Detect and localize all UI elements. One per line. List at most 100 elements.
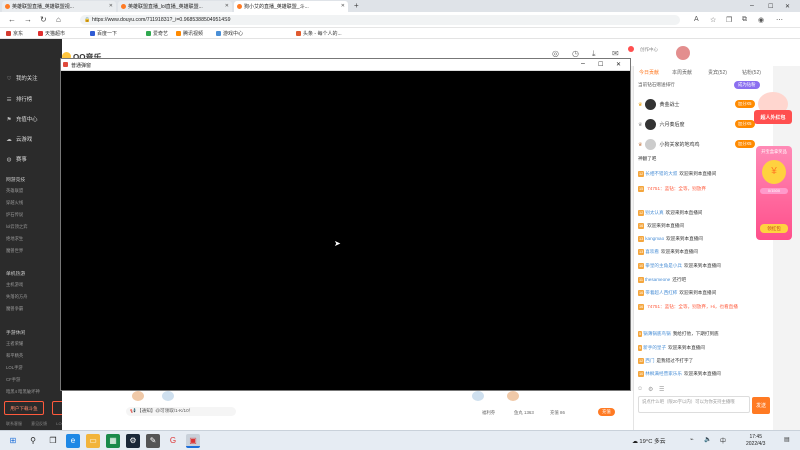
network-icon[interactable]: ⌁	[690, 436, 694, 443]
close-window-button[interactable]: ✕	[785, 3, 790, 10]
username[interactable]: 长相不错的大叔	[645, 171, 677, 176]
new-tab-button[interactable]: +	[354, 1, 359, 10]
url-field[interactable]: 🔒 https://www.douyu.com/71191831?_i=0.96…	[80, 15, 680, 25]
start-icon[interactable]: ⊞	[6, 434, 20, 448]
app-icon[interactable]: ✎	[146, 434, 160, 448]
recharge-button[interactable]: 充值	[598, 408, 615, 416]
chat-tab[interactable]: 今日贡献	[639, 69, 659, 76]
header-action-icon[interactable]: ◎	[552, 49, 559, 58]
rank-row[interactable]: ♛ 黄金战士 加分X5	[638, 99, 755, 110]
nav-sub-item[interactable]: lol云顶之弈	[6, 224, 28, 230]
forward-icon[interactable]: →	[24, 15, 32, 24]
red-envelope-promo[interactable]: 超人外红包	[752, 88, 792, 133]
username[interactable]: 别太认真	[645, 210, 663, 215]
favorite-star-icon[interactable]: ☆	[710, 16, 716, 24]
bookmark-item[interactable]: 百度一下	[90, 30, 117, 37]
nav-sub-item[interactable]: 炉石传说	[6, 212, 23, 218]
nav-sub-item[interactable]: 失落的方舟	[6, 294, 27, 300]
weather-widget[interactable]: ☁ 19°C 多云	[632, 436, 666, 445]
bookmark-item[interactable]: 游戏中心	[216, 30, 243, 37]
rank-row[interactable]: ♛ 小狗关家的地鸡鸡 加分X5	[638, 139, 755, 150]
username[interactable]: 喜欢看	[645, 249, 659, 254]
back-icon[interactable]: ←	[8, 15, 16, 24]
bookmark-item[interactable]: 京东	[6, 30, 23, 37]
extensions-icon[interactable]: ⧉	[742, 16, 747, 24]
home-icon[interactable]: ⌂	[56, 15, 61, 24]
nav-item-rank[interactable]: ☰ 排行榜	[6, 95, 33, 103]
username[interactable]: 新手的皇子	[643, 345, 666, 350]
fishball-count[interactable]: 鱼丸 1363	[514, 410, 534, 416]
nav-sub-item[interactable]: 暗黑4 暗黑破坏神	[6, 389, 40, 395]
nav-sub-item[interactable]: 穿越火线	[6, 200, 23, 206]
nav-section-title[interactable]: 手游休闲	[6, 329, 25, 336]
chat-input[interactable]: 说点什么吧（限20字以内）可以为你支持主播哦	[638, 396, 750, 413]
username[interactable]: 拳皇的主角是小兵	[645, 263, 682, 268]
nav-sub-item[interactable]: LOL手游	[6, 365, 23, 371]
nav-item-cloudgame[interactable]: ☁ 云游戏	[6, 135, 32, 143]
chat-tab[interactable]: 钻粉(52)	[742, 69, 761, 76]
nav-sub-item[interactable]: 魔兽世界	[6, 248, 23, 254]
steam-icon[interactable]: ⚙	[126, 434, 140, 448]
close-icon[interactable]: ✕	[109, 3, 113, 9]
edge-browser-icon[interactable]: e	[66, 434, 80, 448]
username[interactable]: 林枫满经营家乐乐	[645, 371, 682, 376]
minimize-button[interactable]: –	[750, 2, 754, 9]
maximize-button[interactable]: ☐	[598, 61, 603, 68]
rank-row[interactable]: ♛ 六月奏后度 加分X5	[638, 119, 755, 130]
task-view-icon[interactable]: ❐	[46, 434, 60, 448]
volume-icon[interactable]: 🔈	[704, 436, 711, 443]
nav-section-title[interactable]: 网游竞技	[6, 176, 25, 183]
username[interactable]: 带着超人西红柿	[645, 290, 677, 295]
nav-sub-item[interactable]: CF手游	[6, 377, 20, 383]
more-icon[interactable]: ⋯	[776, 16, 783, 24]
emoji-icon[interactable]: ☺	[637, 386, 643, 392]
nav-item-follow[interactable]: ♡ 我的关注	[6, 74, 38, 82]
close-popup-button[interactable]: ✕	[616, 61, 621, 68]
read-aloud-icon[interactable]: A	[694, 16, 699, 23]
bookmark-item[interactable]: 天猫超市	[38, 30, 65, 37]
app-icon[interactable]: G	[166, 434, 180, 448]
username[interactable]: 锅薄锅底鸟锅	[643, 331, 671, 336]
username[interactable]: kangmao	[645, 236, 664, 241]
footer-link[interactable]: 意见反馈	[31, 421, 47, 426]
nav-sub-item[interactable]: 绝地求生	[6, 236, 23, 242]
file-explorer-icon[interactable]: ▭	[86, 434, 100, 448]
browser-tab[interactable]: 英雄联盟直播_英雄联盟视... ✕	[2, 1, 116, 12]
history-icon[interactable]: ◷	[572, 49, 579, 58]
video-area[interactable]	[61, 71, 630, 390]
filter-icon[interactable]: ☰	[659, 386, 664, 393]
close-icon[interactable]: ✕	[225, 3, 229, 9]
nav-item-events[interactable]: ◍ 赛事	[6, 155, 27, 163]
nav-item-recharge[interactable]: ⚑ 充值中心	[6, 115, 38, 123]
notice-line[interactable]: 📢 【通知】@可领取/1-K/10！	[126, 407, 236, 416]
nav-sub-item[interactable]: 王者荣耀	[6, 341, 23, 347]
nav-section-title[interactable]: 单机热游	[6, 270, 25, 277]
bookmark-item[interactable]: 爱奇艺	[146, 30, 168, 37]
collections-icon[interactable]: ❐	[726, 16, 732, 24]
download-app-button[interactable]: 用户下载斗鱼	[4, 401, 44, 415]
nav-sub-item[interactable]: 魔兽争霸	[6, 306, 23, 312]
minimize-button[interactable]: –	[581, 60, 585, 67]
nav-sub-item[interactable]: 主机游戏	[6, 282, 23, 288]
browser-tab[interactable]: 英雄联盟直播_lol直播_英雄联盟... ✕	[118, 1, 232, 12]
active-app-icon[interactable]: ▣	[186, 434, 200, 448]
bookmark-item[interactable]: 腾讯视频	[176, 30, 203, 37]
store-icon[interactable]: ▦	[106, 434, 120, 448]
maximize-button[interactable]: ☐	[768, 3, 773, 10]
footer-link[interactable]: 联系客服	[6, 421, 22, 426]
refresh-icon[interactable]: ↻	[40, 15, 47, 24]
coupon-count[interactable]: 福利券	[482, 410, 495, 416]
send-button[interactable]: 发送	[752, 397, 770, 414]
bookmark-item[interactable]: 头条 - 每个人的...	[296, 30, 342, 37]
nav-sub-item[interactable]: 英雄联盟	[6, 188, 23, 194]
claim-button[interactable]: 领红包	[760, 224, 788, 233]
treasure-box-promo[interactable]: 开宝盒拿奖品 ¥ 0/1500 领红包	[756, 146, 792, 240]
user-avatar[interactable]	[676, 46, 690, 60]
ime-icon[interactable]: 中	[720, 436, 726, 445]
notifications-icon[interactable]: ▤	[784, 436, 790, 443]
clock[interactable]: 17:45 2022/4/3	[746, 434, 765, 448]
nav-sub-item[interactable]: 和平精英	[6, 353, 23, 359]
profile-icon[interactable]: ◉	[758, 16, 764, 24]
username[interactable]: 西门	[645, 358, 654, 363]
username[interactable]: thesameone	[645, 277, 670, 282]
